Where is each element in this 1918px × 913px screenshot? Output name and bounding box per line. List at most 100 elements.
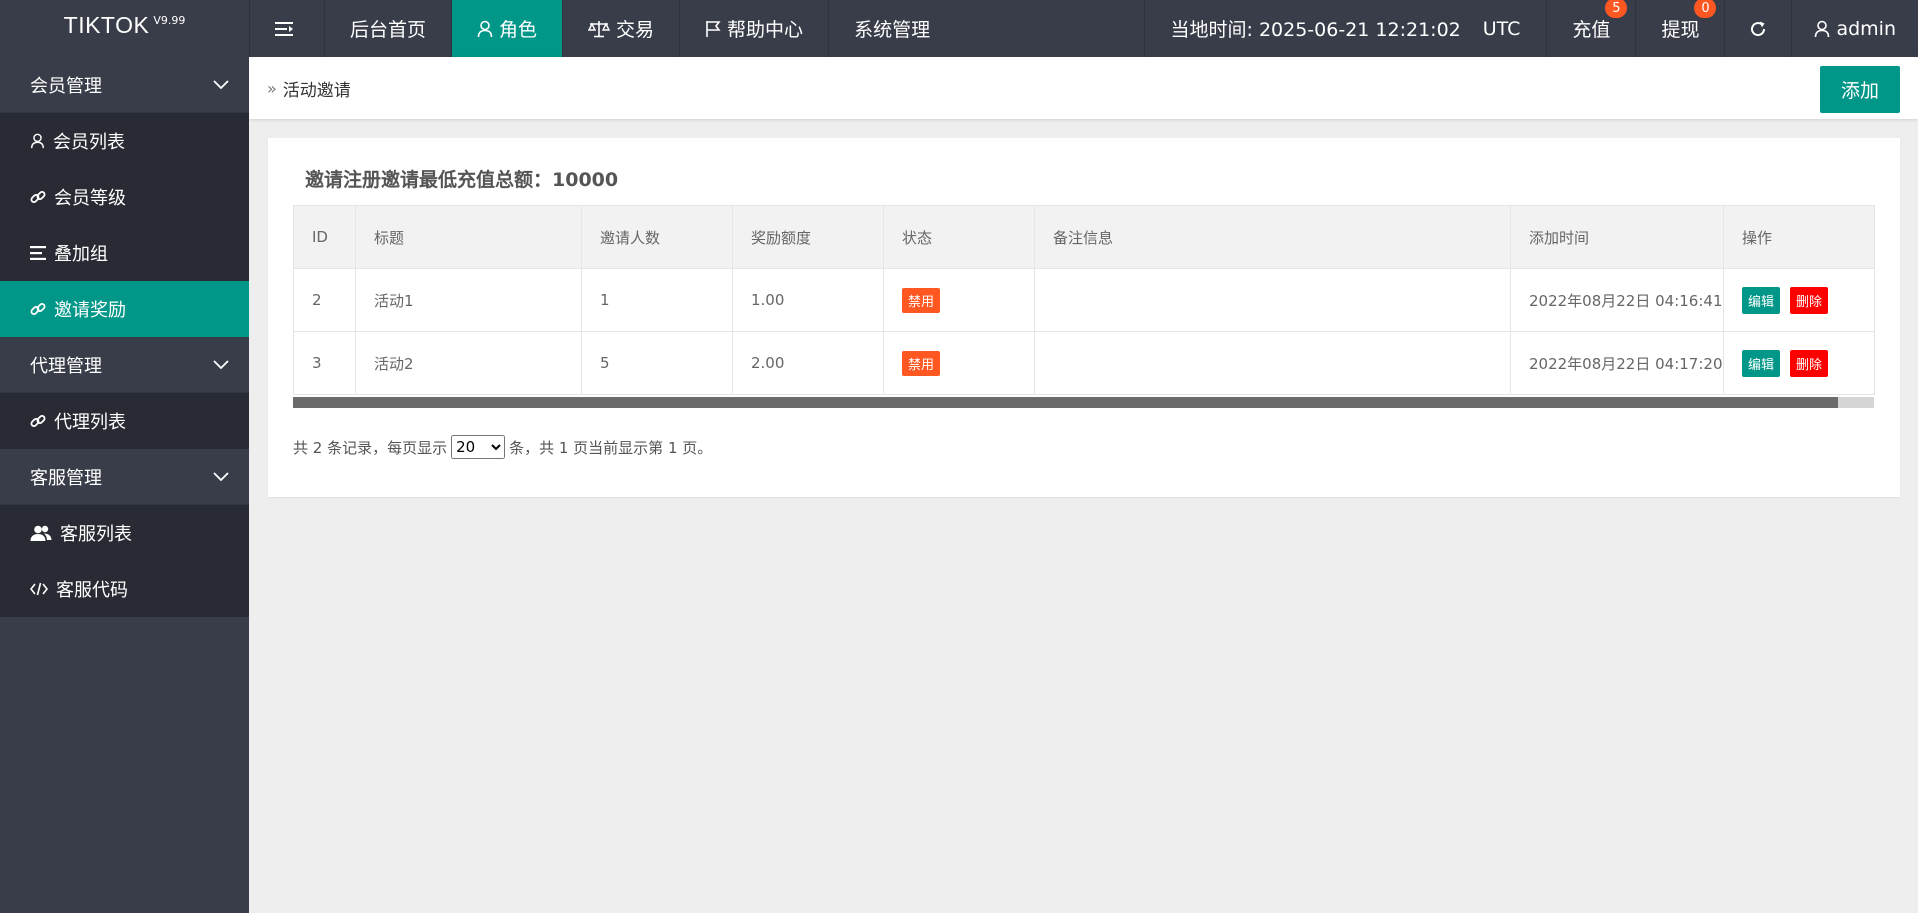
flag-icon xyxy=(706,20,721,37)
sidebar-item-invite-reward[interactable]: 邀请奖励 xyxy=(0,281,249,337)
cell-reward: 2.00 xyxy=(732,331,884,395)
sidebar-group-label: 客服管理 xyxy=(30,467,102,489)
delete-button[interactable]: 删除 xyxy=(1790,349,1829,377)
menu-toggle-button[interactable] xyxy=(249,0,324,57)
nav-system[interactable]: 系统管理 xyxy=(828,0,955,57)
sidebar-group-members[interactable]: 会员管理 xyxy=(0,57,249,113)
nav-system-label: 系统管理 xyxy=(854,19,931,41)
double-chevron-right-icon: » xyxy=(267,78,277,98)
nav-role[interactable]: 角色 xyxy=(451,0,563,57)
local-time: 当地时间: 2025-06-21 12:21:02 UTC xyxy=(1143,0,1547,57)
chevron-down-icon xyxy=(213,471,229,481)
sidebar-item-label: 会员等级 xyxy=(54,188,126,209)
timezone-label: UTC xyxy=(1482,17,1521,40)
sidebar-item-label: 叠加组 xyxy=(54,244,108,265)
refresh-icon xyxy=(1751,21,1766,36)
user-name: admin xyxy=(1836,17,1896,40)
sidebar-group-label: 代理管理 xyxy=(30,355,102,377)
cell-invites: 5 xyxy=(581,331,733,395)
sidebar-group-support[interactable]: 客服管理 xyxy=(0,449,249,505)
column-header: 邀请人数 xyxy=(581,205,733,269)
cell-invites: 1 xyxy=(581,268,733,332)
sidebar-item-member-list[interactable]: 会员列表 xyxy=(0,113,249,169)
status-badge: 禁用 xyxy=(902,350,941,376)
user-menu[interactable]: admin xyxy=(1791,0,1918,57)
recharge-badge: 5 xyxy=(1605,0,1628,18)
invite-min-recharge-title: 邀请注册邀请最低充值总额：10000 xyxy=(305,169,619,191)
logo: TIKTOK V9.99 xyxy=(0,0,249,57)
recharge-label: 充值 xyxy=(1572,19,1611,41)
cell-note xyxy=(1034,331,1511,395)
logo-text: TIKTOK xyxy=(63,12,150,38)
cell-id: 2 xyxy=(293,268,356,332)
list-icon xyxy=(30,246,46,260)
nav-role-label: 角色 xyxy=(499,19,538,41)
users-icon xyxy=(30,525,52,541)
sidebar-item-label: 代理列表 xyxy=(54,412,126,433)
add-button[interactable]: 添加 xyxy=(1820,66,1900,113)
nav-help[interactable]: 帮助中心 xyxy=(679,0,828,57)
sidebar-item-label: 客服列表 xyxy=(60,524,132,545)
edit-button[interactable]: 编辑 xyxy=(1742,286,1781,314)
withdraw-badge: 0 xyxy=(1694,0,1717,18)
column-header: 添加时间 xyxy=(1510,205,1724,269)
edit-button[interactable]: 编辑 xyxy=(1742,349,1781,377)
link-icon xyxy=(30,191,46,203)
delete-button[interactable]: 删除 xyxy=(1790,286,1829,314)
nav-home-label: 后台首页 xyxy=(350,19,427,41)
sidebar-item-agent-list[interactable]: 代理列表 xyxy=(0,393,249,449)
column-header: 奖励额度 xyxy=(732,205,884,269)
cell-actions: 编辑 删除 xyxy=(1723,268,1875,332)
cell-actions: 编辑 删除 xyxy=(1723,331,1875,395)
user-icon xyxy=(1815,20,1830,37)
link-icon xyxy=(30,303,46,315)
chevron-down-icon xyxy=(213,79,229,89)
pagination-info: 共 2 条记录，每页显示 20 条，共 1 页当前显示第 1 页。 xyxy=(293,435,712,459)
page-size-select[interactable]: 20 xyxy=(451,435,506,459)
cell-added-time: 2022年08月22日 04:17:20 xyxy=(1510,331,1724,395)
withdraw-label: 提现 xyxy=(1661,19,1700,41)
sidebar-item-label: 邀请奖励 xyxy=(54,300,126,321)
chevron-down-icon xyxy=(213,359,229,369)
cell-status: 禁用 xyxy=(883,331,1035,395)
user-icon xyxy=(31,133,44,149)
code-icon xyxy=(30,582,48,596)
cell-title: 活动2 xyxy=(355,331,582,395)
cell-reward: 1.00 xyxy=(732,268,884,332)
sidebar-item-stack-group[interactable]: 叠加组 xyxy=(0,225,249,281)
column-header: 状态 xyxy=(883,205,1035,269)
nav-home[interactable]: 后台首页 xyxy=(324,0,451,57)
sidebar-group-label: 会员管理 xyxy=(30,75,102,97)
sidebar-item-member-level[interactable]: 会员等级 xyxy=(0,169,249,225)
menu-toggle-icon xyxy=(275,21,293,36)
nav-trade[interactable]: 交易 xyxy=(562,0,679,57)
nav-help-label: 帮助中心 xyxy=(727,19,804,41)
sidebar-item-label: 会员列表 xyxy=(53,132,125,153)
table-row: 3 活动2 5 2.00 禁用 2022年08月22日 04:17:20 编辑删… xyxy=(293,331,1875,395)
local-time-text: 当地时间: 2025-06-21 12:21:02 xyxy=(1170,19,1461,41)
cell-note xyxy=(1034,268,1511,332)
table-header-row: ID 标题 邀请人数 奖励额度 状态 备注信息 添加时间 操作 xyxy=(293,205,1875,269)
logo-version: V9.99 xyxy=(153,14,186,27)
sidebar-item-support-code[interactable]: 客服代码 xyxy=(0,561,249,617)
recharge-button[interactable]: 充值 5 xyxy=(1546,0,1635,57)
refresh-button[interactable] xyxy=(1724,0,1791,57)
scrollbar-thumb[interactable] xyxy=(293,397,1838,408)
content-header: » 活动邀请 添加 xyxy=(249,57,1918,119)
sidebar-item-label: 客服代码 xyxy=(56,580,128,601)
content-card: 邀请注册邀请最低充值总额：10000 ID 标题 邀请人数 奖励额度 状态 备注… xyxy=(268,138,1900,497)
cell-status: 禁用 xyxy=(883,268,1035,332)
scale-icon xyxy=(588,20,611,37)
sidebar-group-agents[interactable]: 代理管理 xyxy=(0,337,249,393)
activity-table: ID 标题 邀请人数 奖励额度 状态 备注信息 添加时间 操作 2 活动1 1 … xyxy=(293,205,1875,395)
top-bar: TIKTOK V9.99 后台首页 角色 交易 帮助中心 系统管理 当地时间: … xyxy=(0,0,1918,57)
status-badge: 禁用 xyxy=(902,287,941,313)
table-row: 2 活动1 1 1.00 禁用 2022年08月22日 04:16:41 编辑删… xyxy=(293,268,1875,332)
withdraw-button[interactable]: 提现 0 xyxy=(1635,0,1724,57)
pager-prefix: 共 2 条记录，每页显示 xyxy=(293,438,448,457)
table-horizontal-scrollbar[interactable] xyxy=(293,397,1874,408)
cell-id: 3 xyxy=(293,331,356,395)
sidebar-item-support-list[interactable]: 客服列表 xyxy=(0,505,249,561)
pager-suffix: 条，共 1 页当前显示第 1 页。 xyxy=(509,438,713,457)
